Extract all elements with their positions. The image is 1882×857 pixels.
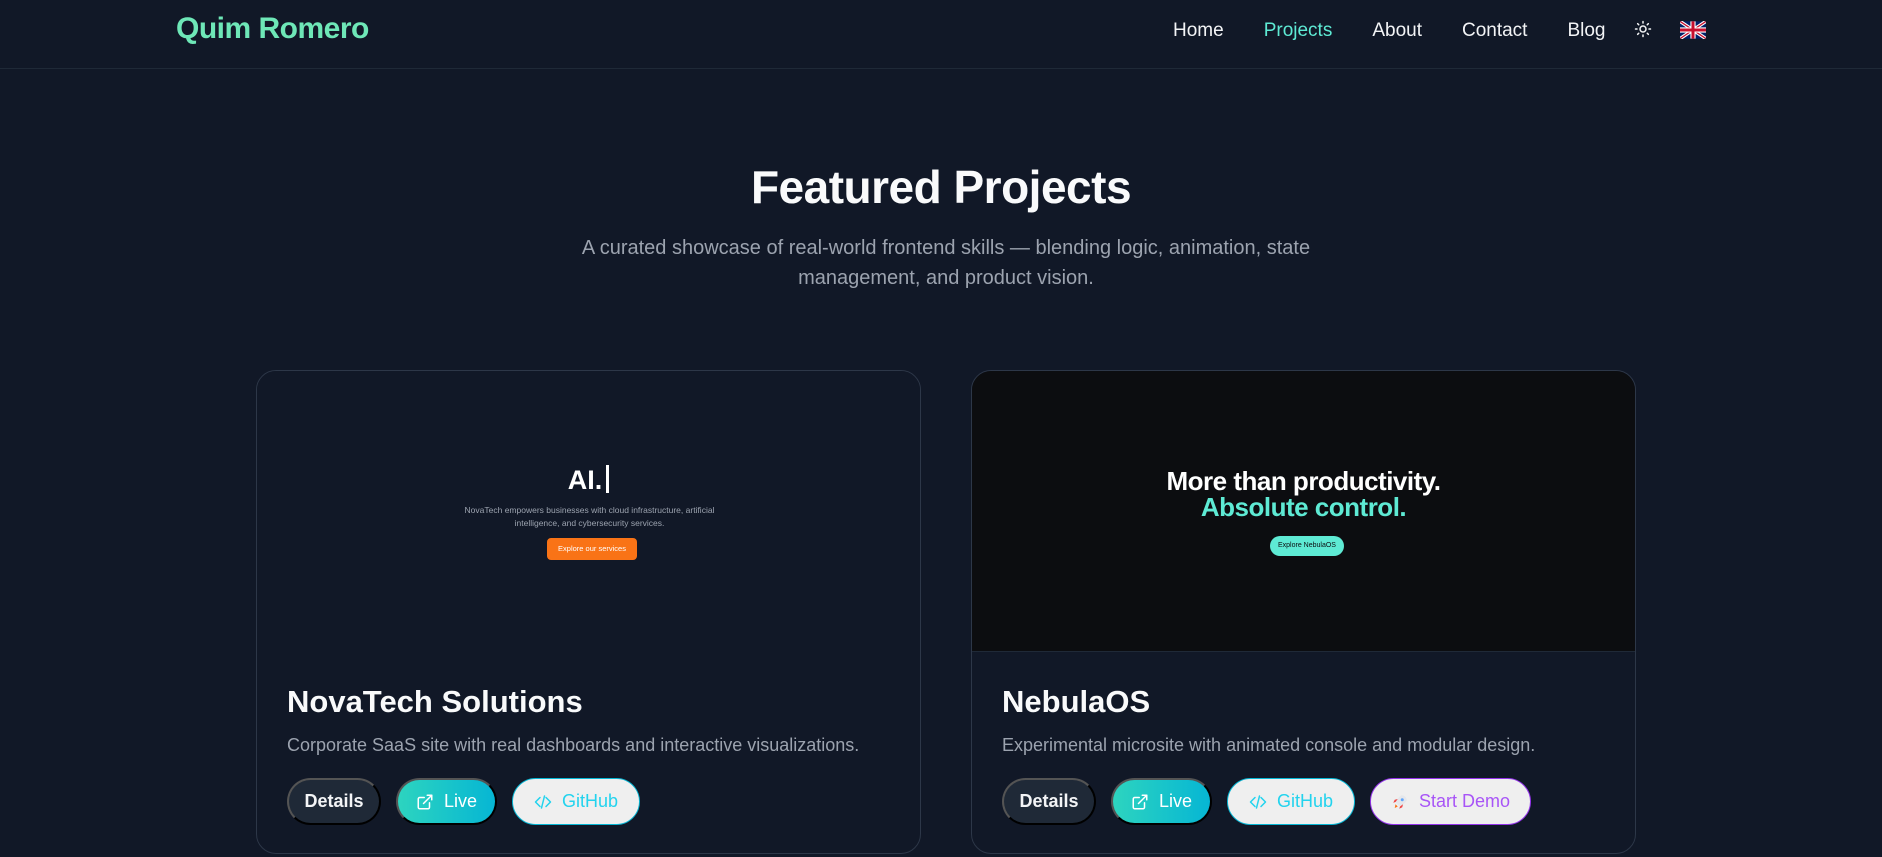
live-button[interactable]: Live [396, 778, 497, 825]
preview-heading: AI. [257, 465, 920, 496]
language-switcher[interactable] [1680, 21, 1706, 39]
github-label: GitHub [561, 791, 619, 811]
project-preview-image[interactable]: AI. NovaTech empowers businesses with cl… [257, 371, 920, 652]
github-label: GitHub [1276, 791, 1334, 811]
nav-about[interactable]: About [1372, 19, 1422, 43]
nav-home[interactable]: Home [1173, 19, 1224, 43]
github-button[interactable]: GitHub [512, 778, 640, 825]
project-description: Corporate SaaS site with real dashboards… [287, 735, 860, 755]
project-description: Experimental microsite with animated con… [1002, 735, 1536, 755]
live-button[interactable]: Live [1111, 778, 1212, 825]
project-title: NovaTech Solutions [287, 684, 583, 719]
external-link-icon [416, 793, 434, 811]
project-title: NebulaOS [1002, 684, 1151, 719]
project-card-nebulaos: More than productivity. Absolute control… [971, 370, 1636, 854]
details-label: Details [304, 791, 364, 811]
project-preview-image[interactable]: More than productivity. Absolute control… [972, 371, 1635, 652]
github-button[interactable]: GitHub [1227, 778, 1355, 825]
page-title: Featured Projects [750, 161, 1132, 213]
project-card-novatech: AI. NovaTech empowers businesses with cl… [256, 370, 921, 854]
preview-cta: Explore our services [547, 538, 637, 560]
demo-label: Start Demo [1418, 791, 1511, 811]
nav-contact[interactable]: Contact [1462, 19, 1527, 43]
details-label: Details [1019, 791, 1079, 811]
project-actions: Details Live GitHub [287, 778, 655, 825]
live-label: Live [1158, 791, 1193, 811]
nav-blog[interactable]: Blog [1567, 19, 1605, 43]
details-button[interactable]: Details [287, 778, 381, 825]
start-demo-button[interactable]: Start Demo [1370, 778, 1531, 825]
preview-text: NovaTech empowers businesses with cloud … [464, 505, 715, 528]
preview-cta: Explore NebulaOS [1270, 536, 1344, 556]
uk-flag-icon [1680, 21, 1706, 39]
page-subtitle: A curated showcase of real-world fronten… [581, 237, 1311, 289]
main-nav: Home Projects About Contact Blog [1173, 19, 1646, 43]
brand-logo[interactable]: Quim Romero [176, 12, 369, 46]
typing-cursor [606, 465, 610, 493]
navbar: Quim Romero Home Projects About Contact … [0, 0, 1882, 69]
live-label: Live [443, 791, 478, 811]
sun-icon [1634, 20, 1652, 38]
details-button[interactable]: Details [1002, 778, 1096, 825]
rocket-icon [1391, 793, 1409, 811]
project-actions: Details Live GitHub Start Demo [1002, 778, 1546, 825]
theme-toggle-button[interactable] [1631, 17, 1655, 41]
preview-heading-line2: Absolute control. [1200, 492, 1407, 522]
external-link-icon [1131, 793, 1149, 811]
code-icon [1249, 793, 1267, 811]
code-icon [534, 793, 552, 811]
nav-projects[interactable]: Projects [1264, 19, 1333, 43]
